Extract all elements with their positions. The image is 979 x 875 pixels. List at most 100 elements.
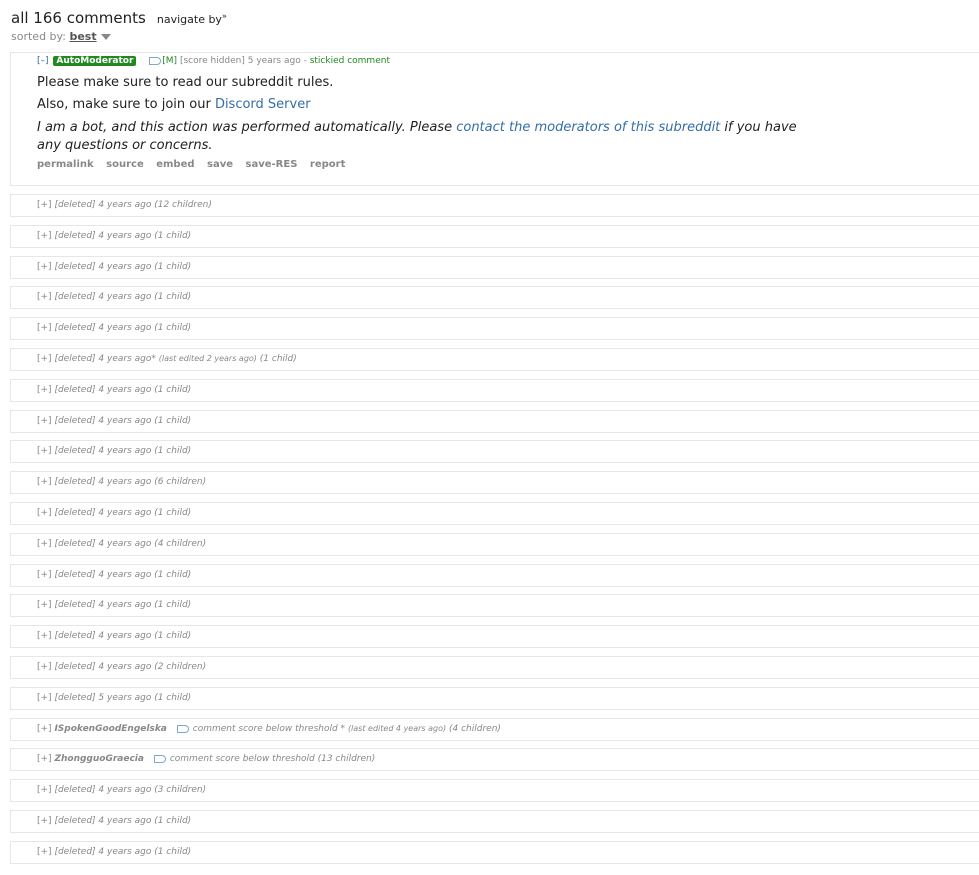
expand-toggle[interactable]: [+] (37, 754, 52, 764)
edited-note: (last edited 2 years ago) (158, 354, 257, 363)
comment-status: [deleted] 5 years ago (1 child) (54, 693, 192, 703)
author-link[interactable]: ZhongguoGraecia (54, 754, 144, 764)
comment-line-rules: Please make sure to read our subreddit r… (37, 75, 334, 90)
expand-toggle[interactable]: [+] (37, 631, 52, 641)
expand-toggle[interactable]: [+] (37, 785, 52, 795)
comment-tagline: [+] [deleted] 4 years ago (1 child) (37, 570, 191, 580)
expand-toggle[interactable]: [+] (37, 200, 52, 210)
collapsed-comment: [+] [deleted] 4 years ago (1 child) (10, 379, 979, 402)
score-hidden: [score hidden] (179, 56, 245, 66)
discord-link[interactable]: Discord Server (215, 97, 311, 112)
expand-toggle[interactable]: [+] (37, 416, 52, 426)
expand-toggle[interactable]: [+] (37, 354, 52, 364)
stickied-label: stickied comment (309, 56, 390, 66)
comment-tagline: [+] [deleted] 4 years ago (1 child) (37, 631, 191, 641)
comment-tagline: [+] ZhongguoGraecia comment score below … (37, 754, 375, 764)
comment-tagline: [+] [deleted] 4 years ago (1 child) (37, 816, 191, 826)
user-tag-icon[interactable] (153, 754, 166, 763)
expand-toggle[interactable]: [+] (37, 662, 52, 672)
collapsed-comment: [+] [deleted] 4 years ago (1 child) (10, 625, 979, 648)
comment-tagline: [+] [deleted] 4 years ago (1 child) (37, 600, 191, 610)
expand-toggle[interactable]: [+] (37, 539, 52, 549)
expand-toggle[interactable]: [+] (37, 508, 52, 518)
comment-tagline: [+] [deleted] 4 years ago (3 children) (37, 785, 206, 795)
collapsed-comment: [+] [deleted] 4 years ago (3 children) (10, 779, 979, 802)
comment-status: [deleted] 4 years ago (4 children) (54, 539, 207, 549)
comment-tagline: [+] [deleted] 4 years ago (6 children) (37, 477, 206, 487)
collapsed-comment: [+] [deleted] 4 years ago (2 children) (10, 656, 979, 679)
expand-toggle[interactable]: [+] (37, 231, 52, 241)
expand-toggle[interactable]: [+] (37, 292, 52, 302)
comment-tagline: [+] [deleted] 4 years ago (1 child) (37, 847, 191, 857)
expand-toggle[interactable]: [+] (37, 847, 52, 857)
collapsed-comment: [+] [deleted] 4 years ago (4 children) (10, 533, 979, 556)
expand-toggle[interactable]: [+] (37, 724, 52, 734)
user-tag-icon[interactable] (149, 56, 162, 65)
comment-status: [deleted] 4 years ago (1 child) (54, 231, 192, 241)
expand-toggle[interactable]: [+] (37, 816, 52, 826)
comment-status: [deleted] 4 years ago* (54, 354, 156, 364)
user-tag-icon[interactable] (176, 724, 189, 733)
dropdown-arrow-icon[interactable] (100, 34, 111, 40)
source-button[interactable]: source (106, 159, 144, 170)
comment-status: [deleted] 4 years ago (1 child) (54, 262, 192, 272)
expand-toggle[interactable]: [+] (37, 600, 52, 610)
expand-toggle[interactable]: [+] (37, 446, 52, 456)
collapsed-comment: [+] [deleted] 4 years ago (12 children) (10, 194, 979, 217)
comment-status: [deleted] 4 years ago (3 children) (54, 785, 207, 795)
collapsed-comment: [+] [deleted] 4 years ago (1 child) (10, 594, 979, 617)
comment-status: [deleted] 4 years ago (12 children) (54, 200, 212, 210)
comment-line-bot: I am a bot, and this action was performe… (37, 120, 797, 153)
collapsed-comment: [+] ISpokenGoodEngelska comment score be… (10, 718, 979, 741)
children-count: (1 child) (259, 354, 297, 364)
author-link[interactable]: ISpokenGoodEngelska (54, 724, 166, 734)
comment-status: [deleted] 4 years ago (1 child) (54, 847, 192, 857)
save-button[interactable]: save (207, 159, 233, 170)
comment-tagline: [+] [deleted] 4 years ago (1 child) (37, 231, 191, 241)
expand-toggle[interactable]: [+] (37, 570, 52, 580)
comment-tagline: [+] [deleted] 4 years ago (1 child) (37, 416, 191, 426)
expand-toggle[interactable]: [+] (37, 262, 52, 272)
comment-tagline: [+] [deleted] 4 years ago (1 child) (37, 385, 191, 395)
mod-tag[interactable]: [M] (162, 56, 177, 66)
comment-status: [deleted] 4 years ago (6 children) (54, 477, 207, 487)
collapse-toggle[interactable]: [–] (37, 56, 49, 66)
expand-toggle[interactable]: [+] (37, 693, 52, 703)
expand-toggle[interactable]: [+] (37, 385, 52, 395)
expand-toggle[interactable]: [+] (37, 477, 52, 487)
permalink-button[interactable]: permalink (37, 159, 94, 170)
comment-buttons: permalink source embed save save-RES rep… (37, 159, 354, 170)
separator: - (303, 56, 307, 66)
embed-button[interactable]: embed (156, 159, 194, 170)
navigate-by-menu[interactable]: navigate by» (157, 11, 227, 26)
comment-status: [deleted] 4 years ago (1 child) (54, 631, 192, 641)
author-link[interactable]: AutoModerator (53, 56, 137, 66)
comment-tagline: [+] [deleted] 4 years ago* (last edited … (37, 354, 297, 364)
comment-tagline: [+] [deleted] 4 years ago (1 child) (37, 323, 191, 333)
collapsed-comment: [+] [deleted] 4 years ago (1 child) (10, 564, 979, 587)
timestamp: 5 years ago (247, 56, 301, 66)
comment-status: [deleted] 4 years ago (1 child) (54, 570, 192, 580)
comment-tagline: [+] [deleted] 4 years ago (12 children) (37, 200, 212, 210)
comment-status: [deleted] 4 years ago (1 child) (54, 508, 192, 518)
comment-status: [deleted] 4 years ago (1 child) (54, 816, 192, 826)
comment-status: [deleted] 4 years ago (1 child) (54, 385, 192, 395)
collapsed-comment: [+] [deleted] 4 years ago (1 child) (10, 286, 979, 309)
comment-tagline: [+] [deleted] 4 years ago (2 children) (37, 662, 206, 672)
collapsed-comment: [+] [deleted] 5 years ago (1 child) (10, 687, 979, 710)
collapsed-comment: [+] [deleted] 4 years ago (1 child) (10, 410, 979, 433)
comment-status: comment score below threshold * (192, 724, 346, 734)
comment-status: [deleted] 4 years ago (1 child) (54, 292, 192, 302)
expand-toggle[interactable]: [+] (37, 323, 52, 333)
save-res-button[interactable]: save-RES (246, 159, 298, 170)
collapsed-comment: [+] [deleted] 4 years ago (6 children) (10, 471, 979, 494)
collapsed-comment: [+] [deleted] 4 years ago (1 child) (10, 810, 979, 833)
comment-tagline: [+] [deleted] 4 years ago (1 child) (37, 262, 191, 272)
report-button[interactable]: report (310, 159, 345, 170)
comment-tagline: [+] [deleted] 5 years ago (1 child) (37, 693, 191, 703)
sort-dropdown[interactable]: best (69, 30, 96, 43)
contact-mods-link[interactable]: contact the moderators of this subreddit (456, 120, 720, 135)
comment-status: [deleted] 4 years ago (2 children) (54, 662, 207, 672)
comment-status: [deleted] 4 years ago (1 child) (54, 416, 192, 426)
collapsed-comment: [+] ZhongguoGraecia comment score below … (10, 748, 979, 771)
